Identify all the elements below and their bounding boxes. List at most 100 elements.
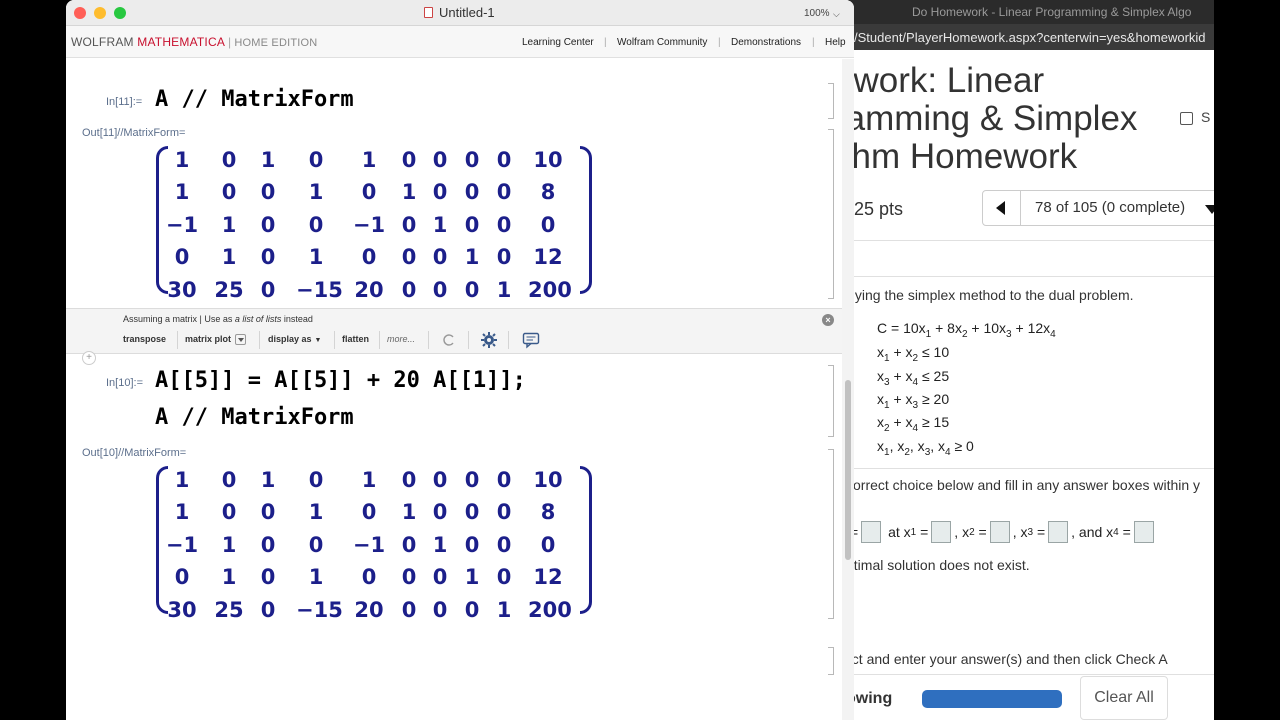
matrix-cell: 1 <box>221 565 237 589</box>
list-of-lists-link[interactable]: a list of lists <box>235 314 282 324</box>
divider <box>428 331 429 349</box>
matrix-cell: −15 <box>296 278 343 302</box>
more-button[interactable]: more... <box>387 334 415 344</box>
title-line: ithm Homework <box>850 137 1078 176</box>
divider: | <box>604 37 607 48</box>
display-as-button[interactable]: display as ▼ <box>268 334 321 344</box>
address-bar[interactable]: /Student/PlayerHomework.aspx?centerwin=y… <box>850 24 1214 50</box>
matrix-cell: 30 <box>167 598 197 622</box>
help-link[interactable]: Help <box>825 37 846 48</box>
matrix-cell: 25 <box>214 278 244 302</box>
matrix-cell: 8 <box>540 500 556 524</box>
answer-box-x4[interactable] <box>1133 521 1154 543</box>
notebook[interactable]: In[11]:= A // MatrixForm Out[11]//Matrix… <box>66 59 842 720</box>
document-icon <box>424 7 433 18</box>
window-title: Untitled-1 <box>439 5 495 20</box>
matrix-cell: −1 <box>165 213 199 237</box>
matrix-cell: 1 <box>221 213 237 237</box>
cell-bracket[interactable] <box>828 83 834 119</box>
answer-box-value[interactable] <box>861 521 882 543</box>
minimize-window-button[interactable] <box>94 7 106 19</box>
matrix-cell: 1 <box>361 468 377 492</box>
matrix-cell: 200 <box>528 598 572 622</box>
screen: { "browser": { "tab_title": "Do Homework… <box>0 0 1280 720</box>
matrix-cell: 0 <box>496 533 512 557</box>
matrix-cell: 1 <box>260 148 276 172</box>
suggestion-note: Assuming a matrix | Use as a list of lis… <box>123 314 313 324</box>
add-cell-icon[interactable]: + <box>82 351 96 365</box>
matrix-output[interactable]: 1 0 1 0 1 0 0 0 0 10 1 0 0 1 0 1 0 0 0 8 −1 1 0 0 −1 0 1 0 0 0 0 1 0 1 0 0 0… <box>156 466 596 622</box>
close-icon[interactable]: × <box>822 314 834 326</box>
cell-bracket[interactable] <box>828 365 834 437</box>
divider <box>508 331 509 349</box>
dropdown-icon[interactable] <box>235 334 247 346</box>
zoom-level[interactable]: 100% <box>804 8 830 19</box>
matrix-cell: 1 <box>174 468 190 492</box>
matrix-output[interactable]: 1 0 1 0 1 0 0 0 0 10 1 0 0 1 0 1 0 0 0 8 −1 1 0 0 −1 0 1 0 0 0 0 1 0 1 0 0 0… <box>156 146 596 302</box>
window-titlebar: Untitled-1 100% ⌵ <box>66 0 854 26</box>
cell-bracket[interactable] <box>828 129 834 299</box>
scrollbar-thumb[interactable] <box>845 380 851 560</box>
constraint: x1 + x2 ≤ 10 <box>877 344 950 364</box>
input-code[interactable]: A[[5]] = A[[5]] + 20 A[[1]]; <box>155 368 526 393</box>
question-selector[interactable]: 78 of 105 (0 complete) <box>1035 199 1185 216</box>
input-code[interactable]: A // MatrixForm <box>155 405 354 430</box>
flatten-button[interactable]: flatten <box>342 334 369 344</box>
matrix-cell: 0 <box>221 468 237 492</box>
browser-tab-title[interactable]: Do Homework - Linear Programming & Simpl… <box>850 0 1214 24</box>
gear-icon[interactable] <box>480 331 498 349</box>
nonnegativity-constraint: x1, x2, x3, x4 ≥ 0 <box>877 438 974 458</box>
matrix-cell: 0 <box>221 148 237 172</box>
demonstrations-link[interactable]: Demonstrations <box>731 37 801 48</box>
feedback-icon[interactable] <box>522 331 540 349</box>
answer-choice-b[interactable]: ptimal solution does not exist. <box>850 557 1030 573</box>
matrix-cell: 12 <box>533 245 563 269</box>
close-window-button[interactable] <box>74 7 86 19</box>
wolfram-community-link[interactable]: Wolfram Community <box>617 37 707 48</box>
matrix-cell: 0 <box>496 148 512 172</box>
matrix-cell: 0 <box>496 565 512 589</box>
divider <box>850 240 1214 241</box>
right-paren <box>580 146 592 294</box>
matrix-cell: 0 <box>496 213 512 237</box>
answer-box-x1[interactable] <box>931 521 952 543</box>
divider <box>334 331 335 349</box>
zoom-window-button[interactable] <box>114 7 126 19</box>
previous-question-icon[interactable] <box>983 191 1021 225</box>
homework-page: ework: Linear ramming & Simplex ithm Hom… <box>850 50 1214 720</box>
matrix-cell: 1 <box>308 500 324 524</box>
question-navigator: 78 of 105 (0 complete) <box>982 190 1214 226</box>
cell-bracket[interactable] <box>828 449 834 619</box>
matrix-cell: 0 <box>361 180 377 204</box>
answer-box-x2[interactable] <box>989 521 1010 543</box>
answer-box-x3[interactable] <box>1048 521 1069 543</box>
matrix-cell: 1 <box>496 598 512 622</box>
browser-window: Do Homework - Linear Programming & Simpl… <box>850 0 1214 720</box>
matrix-cell: 0 <box>260 500 276 524</box>
matrix-cell: 0 <box>260 278 276 302</box>
chevron-down-icon[interactable] <box>1205 205 1214 214</box>
matrix-cell: 1 <box>221 533 237 557</box>
save-checkbox[interactable] <box>1180 112 1193 125</box>
matrix-cell: 25 <box>214 598 244 622</box>
matrix-plot-button[interactable]: matrix plot <box>185 334 247 346</box>
output-label: Out[10]//MatrixForm= <box>82 447 187 459</box>
clear-all-button[interactable]: Clear All <box>1080 676 1168 720</box>
matrix-cell: 1 <box>221 245 237 269</box>
constraint: x2 + x4 ≥ 15 <box>877 414 950 434</box>
matrix-cell: 0 <box>540 533 556 557</box>
undo-icon[interactable] <box>440 331 458 349</box>
cell-bracket[interactable] <box>828 647 834 675</box>
matrix-cell: 0 <box>308 148 324 172</box>
matrix-cell: 8 <box>540 180 556 204</box>
learning-center-link[interactable]: Learning Center <box>522 37 594 48</box>
matrix-cell: −1 <box>352 213 386 237</box>
transpose-button[interactable]: transpose <box>123 334 166 344</box>
input-code[interactable]: A // MatrixForm <box>155 87 354 112</box>
divider <box>259 331 260 349</box>
chevron-down-icon[interactable]: ⌵ <box>833 9 840 20</box>
title-line: ramming & Simplex <box>850 99 1138 138</box>
matrix-cell: −1 <box>165 533 199 557</box>
matrix-cell: 1 <box>496 278 512 302</box>
matrix-cell: −1 <box>352 533 386 557</box>
